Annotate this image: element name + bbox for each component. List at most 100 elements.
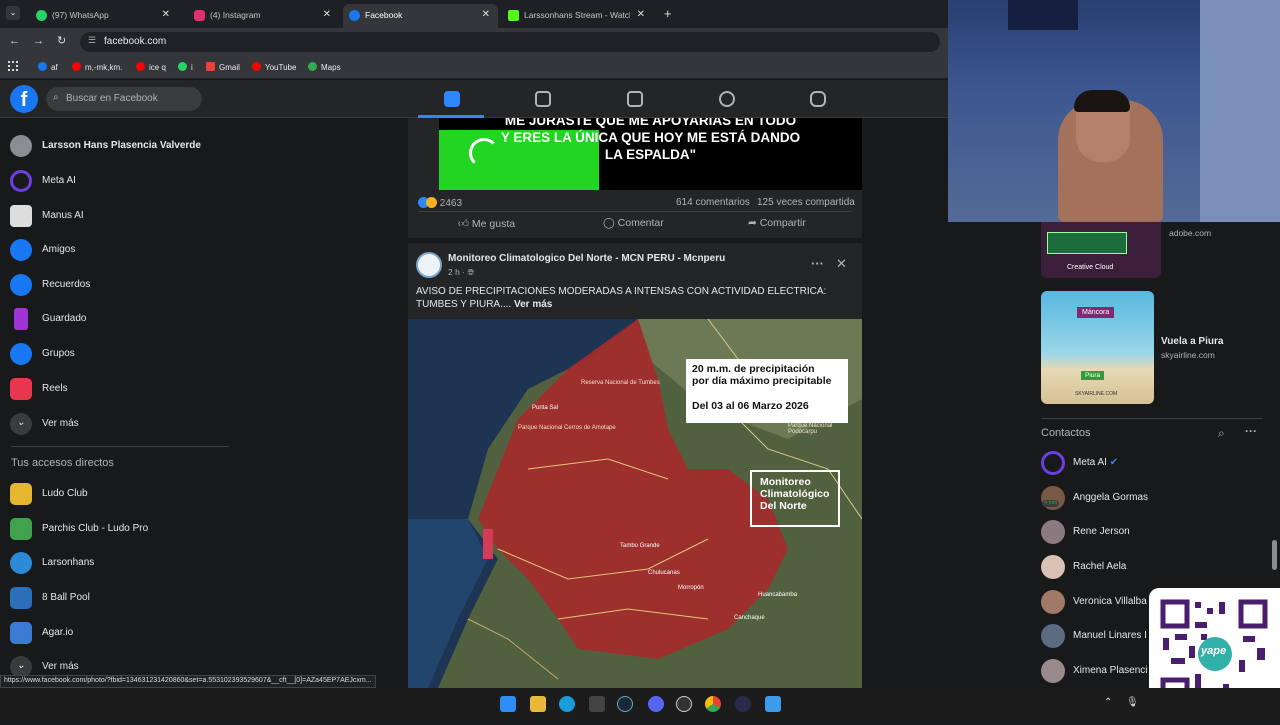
new-tab-button[interactable]: + (664, 6, 672, 21)
contact-item[interactable]: Meta AI ✔ (1041, 450, 1118, 476)
sidebar-item-profile[interactable]: Larsson Hans Plasencia Valverde (10, 133, 201, 159)
more-options-icon[interactable]: ··· (1245, 424, 1257, 438)
contact-item[interactable]: 4 min Anggela Gormas (1041, 485, 1148, 511)
post-image-map[interactable]: 20 m.m. de precipitación por día máximo … (408, 319, 862, 688)
contact-item[interactable]: Veronica Villalba (1041, 589, 1147, 615)
post-image[interactable]: ME JURASTE QUE ME APOYARÍAS EN TODO Y ER… (439, 118, 862, 190)
map-label: Chulucanas (648, 570, 680, 576)
contact-item[interactable]: Manuel Linares I (1041, 623, 1147, 649)
sidebar-item-manus-ai[interactable]: Manus AI (10, 203, 84, 229)
whatsapp-icon (36, 10, 47, 21)
comment-icon: ◯ (603, 217, 618, 229)
contact-item[interactable]: Rachel Aela (1041, 554, 1126, 580)
video-icon[interactable] (535, 91, 551, 107)
sidebar-item-guardado[interactable]: Guardado (10, 306, 86, 332)
bookmark-af[interactable]: af (38, 62, 58, 72)
bookmark-i[interactable]: i (178, 62, 193, 72)
app-icon[interactable] (735, 696, 751, 712)
shortcut-8-ball-pool[interactable]: 8 Ball Pool (10, 585, 90, 611)
reaction-summary[interactable]: 2463 (418, 197, 462, 209)
shortcut-agar-io[interactable]: Agar.io (10, 620, 73, 646)
windows-start-icon[interactable] (500, 696, 516, 712)
store-icon[interactable] (589, 696, 605, 712)
bookmark-ice-q[interactable]: ice q (136, 62, 166, 72)
sidebar-item-recuerdos[interactable]: Recuerdos (10, 272, 90, 298)
contact-item[interactable]: Ximena Plasenci (1041, 658, 1147, 684)
comment-count[interactable]: 614 comentarios (676, 197, 750, 208)
url-text: facebook.com (104, 36, 167, 47)
divider (11, 446, 229, 447)
yape-logo: yape (1201, 645, 1227, 657)
contact-item[interactable]: Rene Jerson (1041, 519, 1130, 545)
scrollbar[interactable] (1272, 540, 1277, 570)
tab-facebook[interactable]: Facebook ✕ (343, 4, 498, 28)
microphone-icon[interactable]: 🎙︎ (1126, 697, 1139, 708)
share-button[interactable]: ➦ Compartir (748, 217, 806, 229)
close-icon[interactable]: ✕ (637, 9, 645, 20)
verified-icon: ✔ (1109, 457, 1119, 468)
ad-image-adobe[interactable]: Creative Cloud (1041, 222, 1161, 278)
sidebar-item-grupos[interactable]: Grupos (10, 341, 75, 367)
file-explorer-icon[interactable] (530, 696, 546, 712)
address-bar[interactable]: ☰ facebook.com (80, 32, 940, 52)
shortcut-larsonhans[interactable]: Larsonhans (10, 550, 94, 576)
groups-icon[interactable] (719, 91, 735, 107)
search-placeholder: Buscar en Facebook (66, 93, 158, 104)
sidebar-see-more[interactable]: ⌄ Ver más (10, 411, 79, 437)
tab-kick-stream[interactable]: Larssonhans Stream - Watch Liv ✕ (488, 4, 653, 28)
like-button[interactable]: 👍︎ Me gusta (458, 217, 515, 230)
more-options-icon[interactable]: ··· (811, 256, 824, 271)
post-time[interactable]: 2 h · 🌐︎ (448, 267, 474, 278)
back-icon[interactable]: ← (9, 35, 20, 47)
close-icon[interactable]: ✕ (162, 9, 170, 20)
edge-icon[interactable] (559, 696, 575, 712)
meta-ai-icon (10, 170, 32, 192)
app-icon[interactable] (765, 696, 781, 712)
gaming-icon[interactable] (810, 91, 826, 107)
chrome-icon[interactable] (705, 696, 721, 712)
ad-badge: Piura (1081, 371, 1105, 380)
wow-icon (426, 197, 437, 208)
bookmark-mk[interactable]: m,-mk,km. (72, 62, 122, 72)
page-avatar[interactable] (416, 252, 442, 278)
forward-icon[interactable]: → (33, 35, 44, 47)
bookmark-youtube[interactable]: YouTube (252, 62, 296, 72)
tab-whatsapp[interactable]: (97) WhatsApp ✕ (16, 4, 178, 28)
search-input[interactable]: ⌕ Buscar en Facebook (46, 87, 202, 111)
close-icon[interactable]: ✕ (323, 9, 331, 20)
maps-icon (308, 62, 317, 71)
page-name[interactable]: Monitoreo Climatologico Del Norte - MCN … (448, 253, 725, 264)
home-icon[interactable] (444, 91, 460, 107)
parchis-icon (10, 518, 32, 540)
steam-icon[interactable] (617, 696, 633, 712)
see-more-link[interactable]: Ver más (514, 299, 552, 310)
bookmark-gmail[interactable]: Gmail (206, 62, 240, 72)
tab-label: (4) Instagram (210, 10, 261, 20)
sidebar-item-reels[interactable]: Reels (10, 376, 68, 402)
close-icon[interactable]: ✕ (836, 256, 847, 272)
tab-instagram[interactable]: (4) Instagram ✕ (174, 4, 339, 28)
tab-strip: ⌄ (97) WhatsApp ✕ (4) Instagram ✕ Facebook… (0, 0, 948, 28)
chevron-up-icon[interactable]: ⌃ (1104, 697, 1112, 708)
ad-domain[interactable]: skyairline.com (1161, 350, 1215, 360)
reload-icon[interactable]: ↻ (57, 34, 66, 47)
shortcut-parchis-club[interactable]: Parchis Club - Ludo Pro (10, 516, 148, 542)
site-info-icon[interactable]: ☰ (88, 35, 96, 46)
ad-image-skyairline[interactable]: Máncora Piura SKYAIRLINE.COM (1041, 291, 1154, 404)
shortcut-ludo-club[interactable]: Ludo Club (10, 481, 88, 507)
manus-ai-icon (10, 205, 32, 227)
facebook-logo[interactable]: f (10, 85, 38, 113)
marketplace-icon[interactable] (627, 91, 643, 107)
search-icon[interactable]: ⌕ (1218, 426, 1225, 441)
bookmark-maps[interactable]: Maps (308, 62, 341, 72)
apps-icon[interactable] (8, 61, 18, 71)
ad-title[interactable]: Vuela a Piura (1161, 336, 1223, 347)
divider (1041, 418, 1263, 419)
sidebar-item-meta-ai[interactable]: Meta AI (10, 168, 76, 194)
discord-icon[interactable] (648, 696, 664, 712)
app-icon[interactable] (676, 696, 692, 712)
sidebar-item-amigos[interactable]: Amigos (10, 237, 75, 263)
ad-domain[interactable]: adobe.com (1169, 228, 1211, 238)
share-count[interactable]: 125 veces compartida (757, 197, 855, 208)
comment-button[interactable]: ◯ Comentar (603, 217, 664, 229)
